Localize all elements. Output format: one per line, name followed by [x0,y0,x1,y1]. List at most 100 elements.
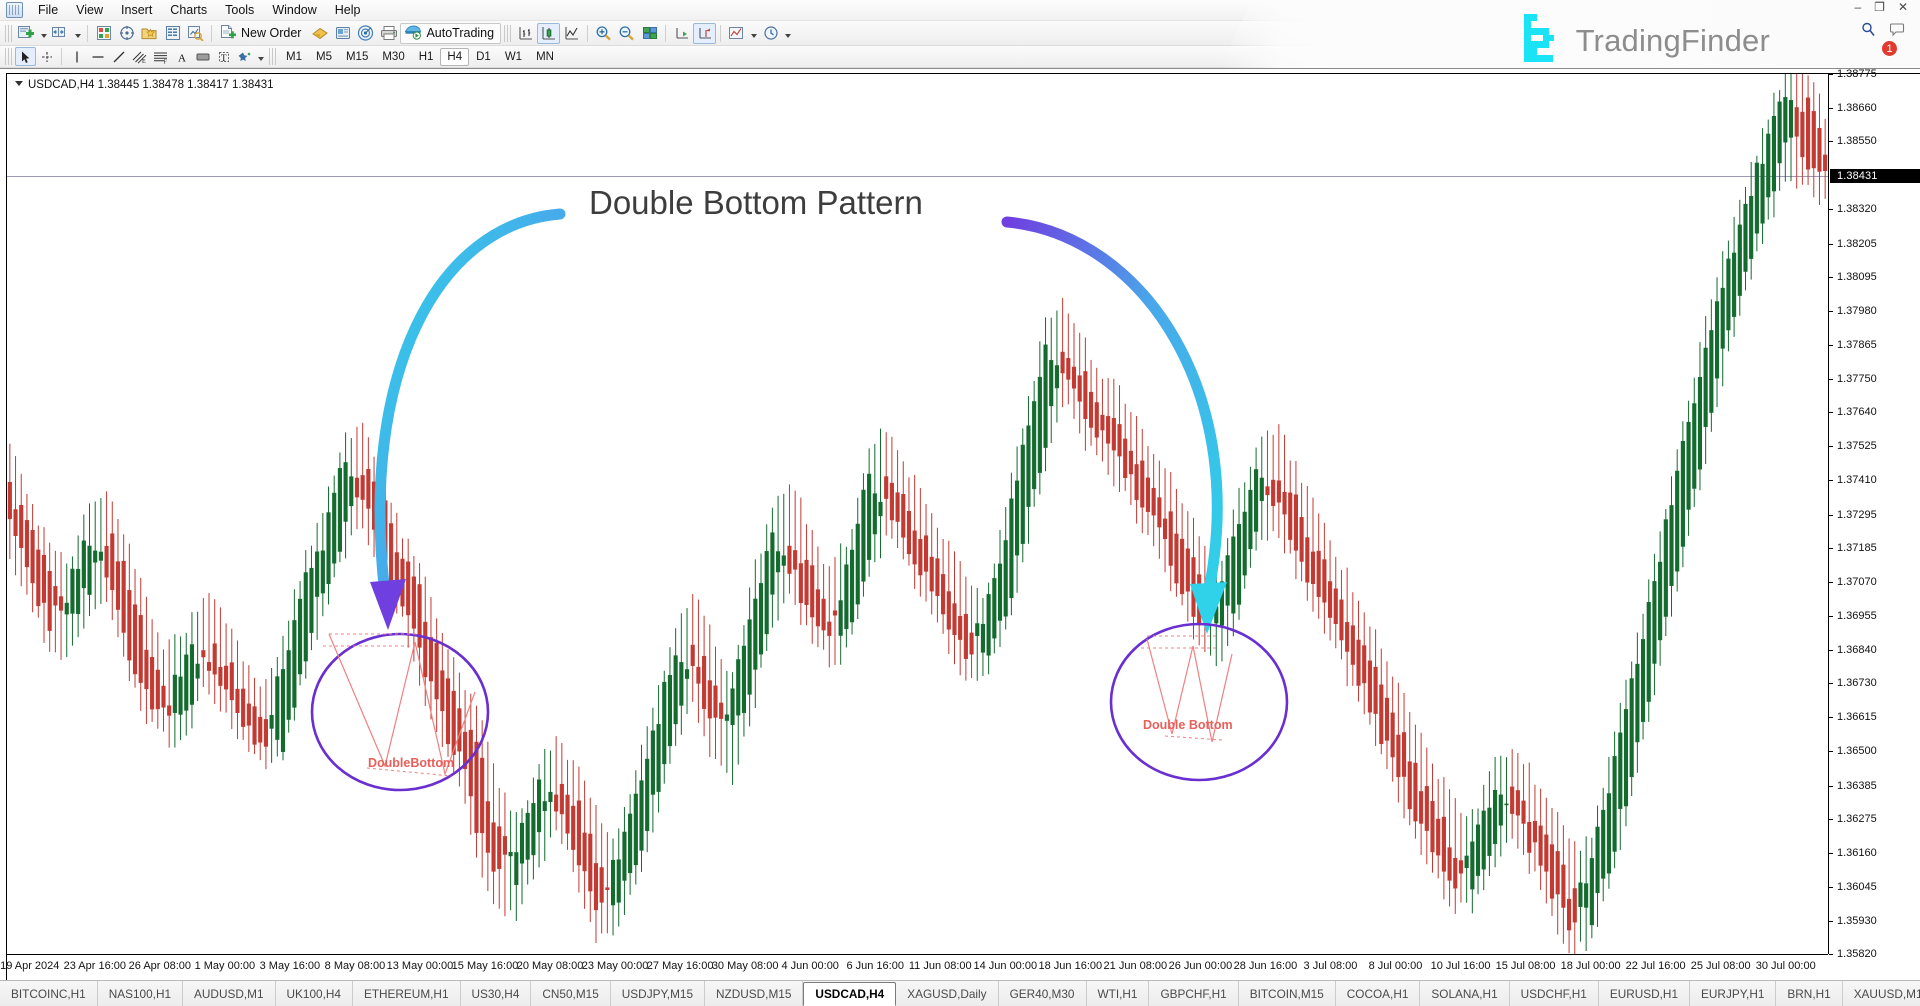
toolbar-grip[interactable] [5,25,12,42]
strategy-tester-icon[interactable] [184,23,207,44]
date-tick-label: 26 Jun 00:00 [1169,960,1233,972]
maximize-button[interactable]: ❐ [1874,2,1885,12]
menu-item-insert[interactable]: Insert [112,1,161,19]
minimize-button[interactable]: – [1854,2,1861,12]
chart-tab[interactable]: USDJPY,M15 [611,981,705,1006]
timeframe-mn[interactable]: MN [529,48,561,66]
shapes-icon[interactable] [234,47,255,66]
chart-tab[interactable]: EURUSD,H1 [1599,981,1690,1006]
chart-tab[interactable]: ETHEREUM,H1 [353,981,461,1006]
cursor-icon[interactable] [15,47,36,66]
market-watch-icon[interactable] [92,23,115,44]
equidistant-channel-icon[interactable]: E [129,47,150,66]
chart-tab[interactable]: AUDUSD,M1 [183,981,275,1006]
notifications-icon[interactable] [1890,22,1906,42]
chart-tab[interactable]: USDCAD,H4 [803,982,896,1006]
chart-tab[interactable]: EURJPY,H1 [1690,981,1776,1006]
price-tick [1829,379,1833,380]
mql5-community-icon[interactable] [331,23,354,44]
date-tick-label: 23 Apr 16:00 [64,960,126,972]
periods-icon[interactable] [759,23,782,44]
chart-tab[interactable]: COCOA,H1 [1336,981,1421,1006]
menu-item-charts[interactable]: Charts [161,1,216,19]
line-chart-icon[interactable] [560,23,583,44]
arrows-icon[interactable]: T [213,47,234,66]
horizontal-line-icon[interactable] [87,47,108,66]
date-tick-label: 14 Jun 00:00 [973,960,1037,972]
periods-dropdown-icon[interactable] [782,23,793,44]
timeframe-d1[interactable]: D1 [469,48,498,66]
toolbar-grip[interactable] [504,25,511,42]
chart-tab[interactable]: US30,H4 [461,981,532,1006]
autotrading-button[interactable]: AutoTrading [400,23,501,44]
chart-tab[interactable]: BITCOINC,H1 [0,981,98,1006]
indicators-dropdown-icon[interactable] [748,23,759,44]
tradingfinder-label: TradingFinder [1576,23,1770,59]
indicators-icon[interactable] [725,23,748,44]
new-order-button[interactable]: New Order [216,23,308,44]
chart-tab[interactable]: SOLANA,H1 [1420,981,1509,1006]
chart-shift-icon[interactable] [693,23,716,44]
date-axis[interactable]: 19 Apr 202423 Apr 16:0026 Apr 08:001 May… [7,954,1828,980]
chart-window[interactable]: USDCAD,H4 1.38445 1.38478 1.38417 1.3843… [6,73,1920,980]
fibonacci-retracement-icon[interactable]: F [150,47,171,66]
chart-tab[interactable]: BITCOIN,M15 [1239,981,1336,1006]
expert-advisors-icon[interactable] [308,23,331,44]
price-tick [1829,209,1833,210]
chart-tab[interactable]: GER40,M30 [999,981,1087,1006]
navigator-icon[interactable] [115,23,138,44]
chart-collapse-icon[interactable] [15,81,23,86]
shapes-dropdown-icon[interactable] [255,46,266,67]
timeframe-m15[interactable]: M15 [339,48,375,66]
zoom-in-icon[interactable] [592,23,615,44]
crosshair-icon[interactable] [36,47,57,66]
chart-plot[interactable]: Double Bottom Pattern DoubleBottom Doubl… [7,74,1828,954]
terminal-icon[interactable] [138,23,161,44]
menu-item-tools[interactable]: Tools [216,1,263,19]
close-button[interactable]: ✕ [1898,2,1908,12]
candlestick-chart-icon[interactable] [537,23,560,44]
chart-tab[interactable]: WTI,H1 [1087,981,1150,1006]
auto-scroll-icon[interactable] [670,23,693,44]
timeframe-m30[interactable]: M30 [375,48,411,66]
chart-area[interactable]: USDCAD,H4 1.38445 1.38478 1.38417 1.3843… [0,68,1920,980]
vertical-line-icon[interactable] [66,47,87,66]
chart-tab[interactable]: NAS100,H1 [98,981,183,1006]
chart-tab[interactable]: NZDUSD,M15 [705,981,803,1006]
toolbar-grip[interactable] [5,48,12,65]
data-window-icon[interactable] [161,23,184,44]
signals-icon[interactable] [354,23,377,44]
chart-tab[interactable]: XAUUSD,M15 [1843,981,1920,1006]
zoom-out-icon[interactable] [615,23,638,44]
price-axis[interactable]: 1.387751.386601.385501.384311.383201.382… [1828,74,1920,954]
timeframe-m1[interactable]: M1 [279,48,309,66]
menu-item-window[interactable]: Window [263,1,325,19]
timeframe-w1[interactable]: W1 [498,48,529,66]
chart-tab[interactable]: XAGUSD,Daily [896,981,998,1006]
menu-item-help[interactable]: Help [326,1,370,19]
chart-tab[interactable]: USDCHF,H1 [1510,981,1599,1006]
new-chart-icon[interactable] [15,23,38,44]
chart-tab[interactable]: CN50,M15 [531,981,610,1006]
print-icon[interactable] [377,23,400,44]
price-tick [1829,717,1833,718]
timeframe-h4[interactable]: H4 [440,48,469,66]
profiles-dropdown-icon[interactable] [72,23,83,44]
tile-windows-icon[interactable] [638,23,661,44]
text-icon[interactable]: A [171,47,192,66]
menu-item-view[interactable]: View [67,1,112,19]
menu-item-file[interactable]: File [29,1,67,19]
timeframe-m5[interactable]: M5 [309,48,339,66]
toolbar-grip[interactable] [269,48,276,65]
new-chart-dropdown-icon[interactable] [38,23,49,44]
chart-tab[interactable]: BRN,H1 [1776,981,1842,1006]
profiles-icon[interactable] [49,23,72,44]
chart-tab[interactable]: UK100,H4 [276,981,353,1006]
search-icon[interactable] [1861,22,1876,42]
chart-tab[interactable]: GBPCHF,H1 [1149,981,1238,1006]
trendline-icon[interactable] [108,47,129,66]
bar-chart-icon[interactable] [514,23,537,44]
text-label-icon[interactable] [192,47,213,66]
timeframe-h1[interactable]: H1 [412,48,441,66]
svg-text:T: T [221,53,227,63]
